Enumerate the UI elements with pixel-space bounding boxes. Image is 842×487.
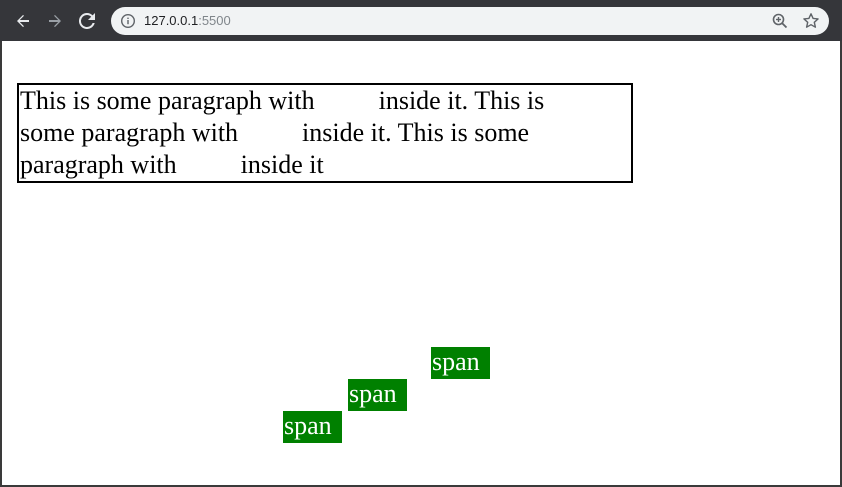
paragraph-text: This is some paragraph with: [20, 86, 315, 115]
paragraph-text: some paragraph with: [20, 118, 239, 147]
paragraph-box: This is some paragraph with inside it. Th…: [17, 83, 633, 183]
back-button[interactable]: [11, 9, 35, 33]
green-span: span: [283, 411, 342, 443]
green-span: span: [348, 379, 407, 411]
paragraph-text: inside it: [240, 150, 324, 179]
paragraph-text: paragraph with: [20, 150, 177, 179]
paragraph-text: inside it. This is some: [302, 118, 530, 147]
paragraph-text: inside it. This is: [378, 86, 545, 115]
paragraph-line: paragraph with inside it: [20, 149, 631, 181]
address-bar[interactable]: 127.0.0.1:5500: [111, 7, 829, 35]
url-text: 127.0.0.1:5500: [144, 13, 231, 29]
arrow-left-icon: [17, 15, 29, 27]
star-icon[interactable]: [802, 12, 820, 30]
page-viewport: This is some paragraph with inside it. Th…: [0, 41, 842, 487]
zoom-in-icon[interactable]: [771, 12, 789, 30]
paragraph-line: some paragraph with inside it. This is so…: [20, 117, 631, 149]
browser-toolbar: 127.0.0.1:5500: [0, 0, 842, 41]
reload-icon: [79, 13, 95, 29]
green-span: span: [431, 347, 490, 379]
url-port: :5500: [198, 13, 231, 28]
forward-button[interactable]: [43, 9, 67, 33]
arrow-right-icon: [49, 15, 61, 27]
url-host: 127.0.0.1: [144, 13, 199, 28]
info-icon[interactable]: [120, 13, 136, 29]
reload-button[interactable]: [75, 9, 99, 33]
paragraph-line: This is some paragraph with inside it. Th…: [20, 85, 631, 117]
